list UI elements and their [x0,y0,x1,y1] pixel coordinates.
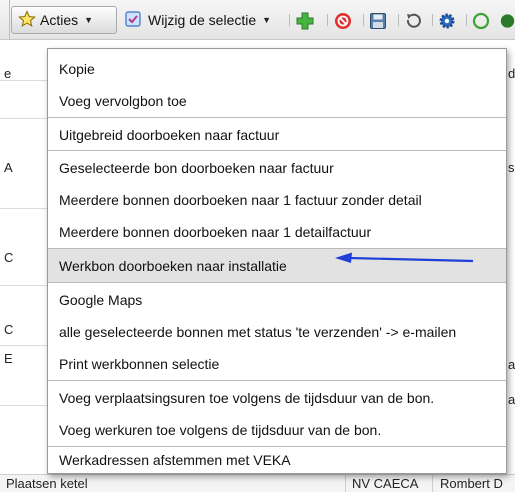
grid-line [0,345,47,346]
menu-item-print-selectie[interactable]: Print werkbonnen selectie [48,347,506,380]
toolbar-separator [466,14,467,26]
plus-icon[interactable] [294,10,316,32]
toolbar-separator [432,14,433,26]
menu-item-werkuren[interactable]: Voeg werkuren toe volgens de tijdsduur v… [48,413,506,446]
toolbar: Acties ▼ Wijzig de selectie ▼ [0,0,515,40]
grid-line [0,118,47,119]
chevron-down-icon: ▼ [84,15,94,25]
chevron-down-icon: ▼ [262,15,272,25]
grid-line [0,405,47,406]
wijzig-label: Wijzig de selectie [148,12,257,28]
bg-cell-text: C [4,322,14,337]
bg-cell-text: E [4,351,13,366]
grid-line [432,475,433,492]
bg-cell-text: d [508,66,515,81]
menu-item-veka[interactable]: Werkadressen afstemmen met VEKA [48,447,506,473]
bg-cell-text: NV CAECA [352,476,419,491]
bg-cell-text: a [508,357,515,372]
checklist-icon [124,10,142,31]
bg-cell-text: Plaatsen ketel [6,476,88,491]
star-icon [18,9,36,31]
menu-item-detailfactuur[interactable]: Meerdere bonnen doorboeken naar 1 detail… [48,215,506,248]
menu-item-bon-naar-factuur[interactable]: Geselecteerde bon doorboeken naar factuu… [48,151,506,184]
refresh-icon[interactable] [470,10,492,32]
grid-line [0,208,47,209]
wijzig-selectie-button[interactable]: Wijzig de selectie ▼ [124,6,282,34]
menu-item-vervolgbon[interactable]: Voeg vervolgbon toe [48,84,506,117]
bg-cell-text: e [4,66,12,81]
acties-label: Acties [40,12,79,28]
stop-icon[interactable] [332,10,354,32]
acties-menu-button[interactable]: Acties ▼ [11,6,117,34]
toolbar-separator [289,14,290,26]
bg-cell-text: C [4,250,14,265]
toolbar-separator [363,14,364,26]
menu-item-factuur-zonder-detail[interactable]: Meerdere bonnen doorboeken naar 1 factuu… [48,183,506,216]
grid-line [345,475,346,492]
menu-item-e-mailen[interactable]: alle geselecteerde bonnen met status 'te… [48,315,506,348]
gear-icon[interactable] [436,10,458,32]
undo-icon[interactable] [402,10,424,32]
toolbar-edge [0,0,10,40]
bg-cell-text: a [508,392,515,407]
toolbar-separator [398,14,399,26]
bg-cell-text: A [4,160,13,175]
bottom-table-row[interactable]: Plaatsen ketel NV CAECA Rombert D [0,474,515,492]
menu-item-kopie[interactable]: Kopie [48,52,506,85]
menu-item-verplaatsingsuren[interactable]: Voeg verplaatsingsuren toe volgens de ti… [48,381,506,414]
menu-item-uitgebreid-doorboeken[interactable]: Uitgebreid doorboeken naar factuur [48,118,506,151]
info-icon[interactable] [500,10,515,32]
bg-cell-text: s [508,160,515,175]
grid-line [0,285,47,286]
menu-item-google-maps[interactable]: Google Maps [48,283,506,316]
annotation-arrow-icon [335,252,474,263]
toolbar-separator [327,14,328,26]
save-icon[interactable] [367,10,389,32]
bg-cell-text: Rombert D [440,476,503,491]
